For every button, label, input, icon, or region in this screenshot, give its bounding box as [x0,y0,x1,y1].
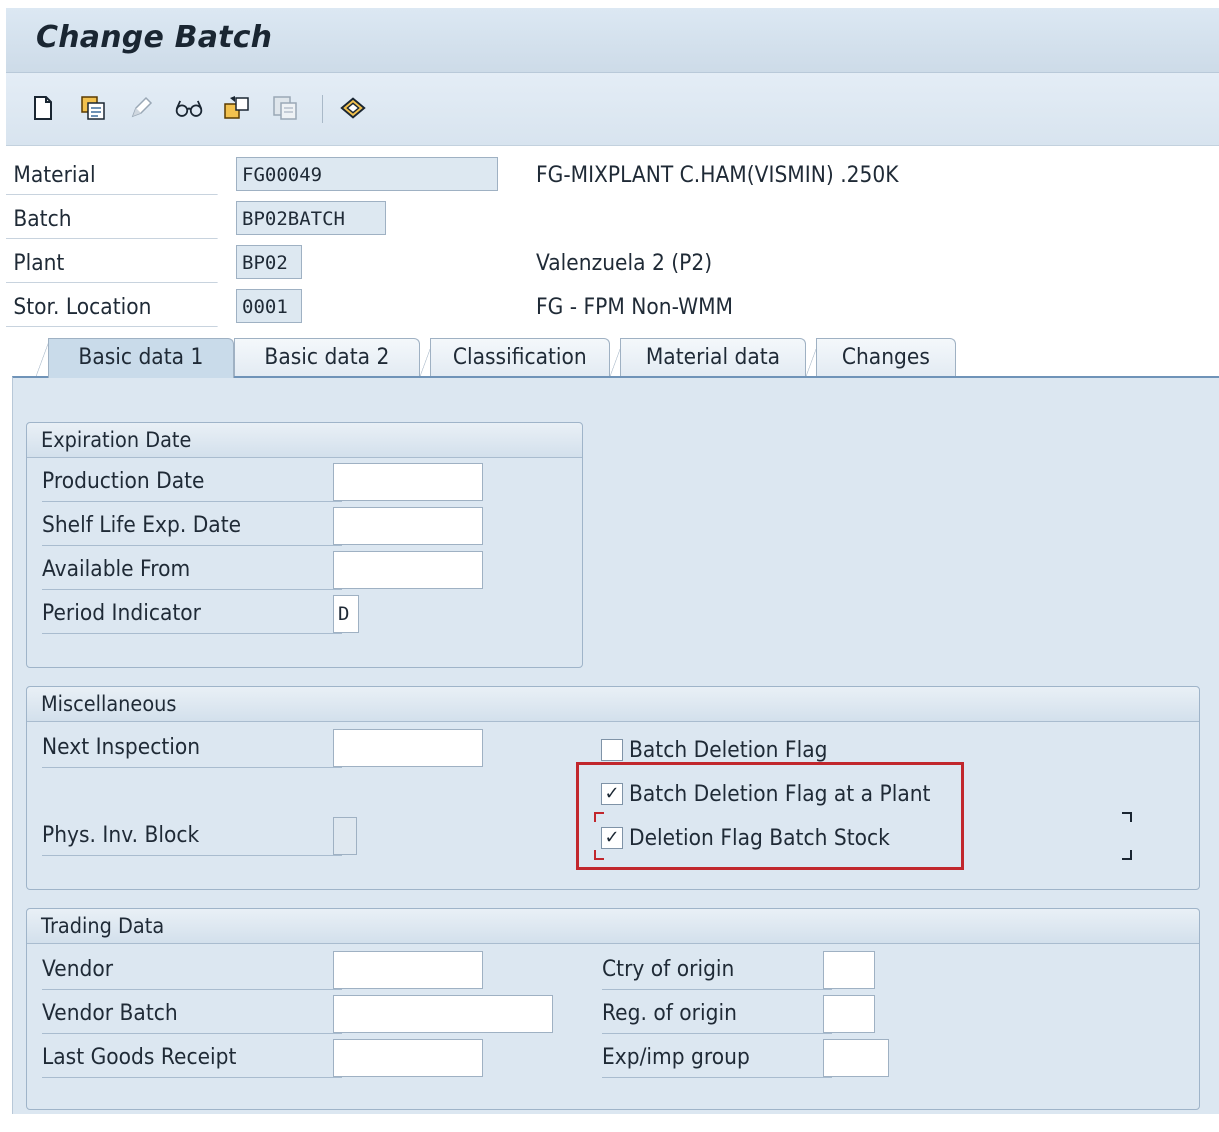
group-title: Trading Data [27,909,1199,944]
copy-icon[interactable] [78,93,108,123]
title-bar: Change Batch [6,8,1219,73]
stor-location-field[interactable]: 0001 [236,289,302,323]
tab-classification[interactable]: Classification [430,338,610,376]
tab-changes[interactable]: Changes [816,338,956,376]
last-goods-receipt-input[interactable] [333,1039,483,1077]
toolbar-separator [322,95,323,123]
available-from-input[interactable] [333,551,483,589]
vendor-label: Vendor [42,951,342,990]
focus-corner [1122,812,1132,822]
plant-label: Plant [6,246,218,283]
expiration-date-group: Expiration Date Production Date Shelf Li… [26,422,583,668]
tab-basic-data-2[interactable]: Basic data 2 [234,338,420,376]
batch-label: Batch [6,202,218,239]
trading-data-group: Trading Data Vendor Vendor Batch Last Go… [26,908,1200,1110]
checkbox-checked[interactable]: ✓ [601,783,623,805]
classification-icon[interactable] [338,93,368,123]
checkbox-box[interactable] [601,739,623,761]
exp-imp-group-label: Exp/imp group [602,1039,832,1078]
checkbox-checked[interactable]: ✓ [601,827,623,849]
batch-field[interactable]: BP02BATCH [236,201,386,235]
miscellaneous-group: Miscellaneous Next Inspection Phys. Inv.… [26,686,1200,890]
plant-description: Valenzuela 2 (P2) [536,251,713,276]
next-inspection-label: Next Inspection [42,729,342,768]
ctry-of-origin-input[interactable] [823,951,875,989]
exp-imp-group-input[interactable] [823,1039,889,1077]
disabled-save-icon[interactable] [270,93,300,123]
focus-corner [594,812,604,822]
focus-corner [1122,850,1132,860]
next-inspection-input[interactable] [333,729,483,767]
ctry-of-origin-label: Ctry of origin [602,951,832,990]
material-label: Material [6,158,218,195]
phys-inv-block-label: Phys. Inv. Block [42,817,342,856]
sap-window: Change Batch Material FG00049 FG-MIXPLAN… [6,8,1219,1132]
focus-corner [594,850,604,860]
application-toolbar [6,73,1219,146]
batch-deletion-flag-checkbox[interactable]: Batch Deletion Flag [601,733,845,767]
vendor-batch-label: Vendor Batch [42,995,342,1034]
available-from-label: Available From [42,551,342,590]
last-goods-receipt-label: Last Goods Receipt [42,1039,342,1078]
page-title: Change Batch [36,20,273,55]
export-icon[interactable] [222,93,252,123]
group-title: Expiration Date [27,423,582,458]
batch-deletion-plant-checkbox[interactable]: ✓ Batch Deletion Flag at a Plant [601,777,957,811]
new-document-icon[interactable] [28,93,58,123]
vendor-input[interactable] [333,951,483,989]
material-description: FG-MIXPLANT C.HAM(VISMIN) .250K [536,163,899,188]
stor-location-description: FG - FPM Non-WMM [536,295,734,320]
shelf-life-label: Shelf Life Exp. Date [42,507,342,546]
plant-field[interactable]: BP02 [236,245,302,279]
tab-material-data[interactable]: Material data [620,338,806,376]
group-title: Miscellaneous [27,687,1199,722]
production-date-label: Production Date [42,463,342,502]
material-field[interactable]: FG00049 [236,157,498,191]
display-glasses-icon[interactable] [174,93,204,123]
reg-of-origin-input[interactable] [823,995,875,1033]
production-date-input[interactable] [333,463,483,501]
reg-of-origin-label: Reg. of origin [602,995,832,1034]
tab-content-panel: Expiration Date Production Date Shelf Li… [12,376,1219,1114]
period-indicator-label: Period Indicator [42,595,342,634]
deletion-flag-stock-checkbox[interactable]: ✓ Deletion Flag Batch Stock [601,821,913,855]
tab-basic-data-1[interactable]: Basic data 1 [48,338,234,378]
vendor-batch-input[interactable] [333,995,553,1033]
tab-strip: Basic data 1 Basic data 2 Classification… [6,338,1219,378]
shelf-life-input[interactable] [333,507,483,545]
stor-location-label: Stor. Location [6,290,218,327]
period-indicator-input[interactable]: D [333,595,359,633]
edit-pencil-icon[interactable] [126,93,156,123]
phys-inv-block-input[interactable] [333,817,357,855]
